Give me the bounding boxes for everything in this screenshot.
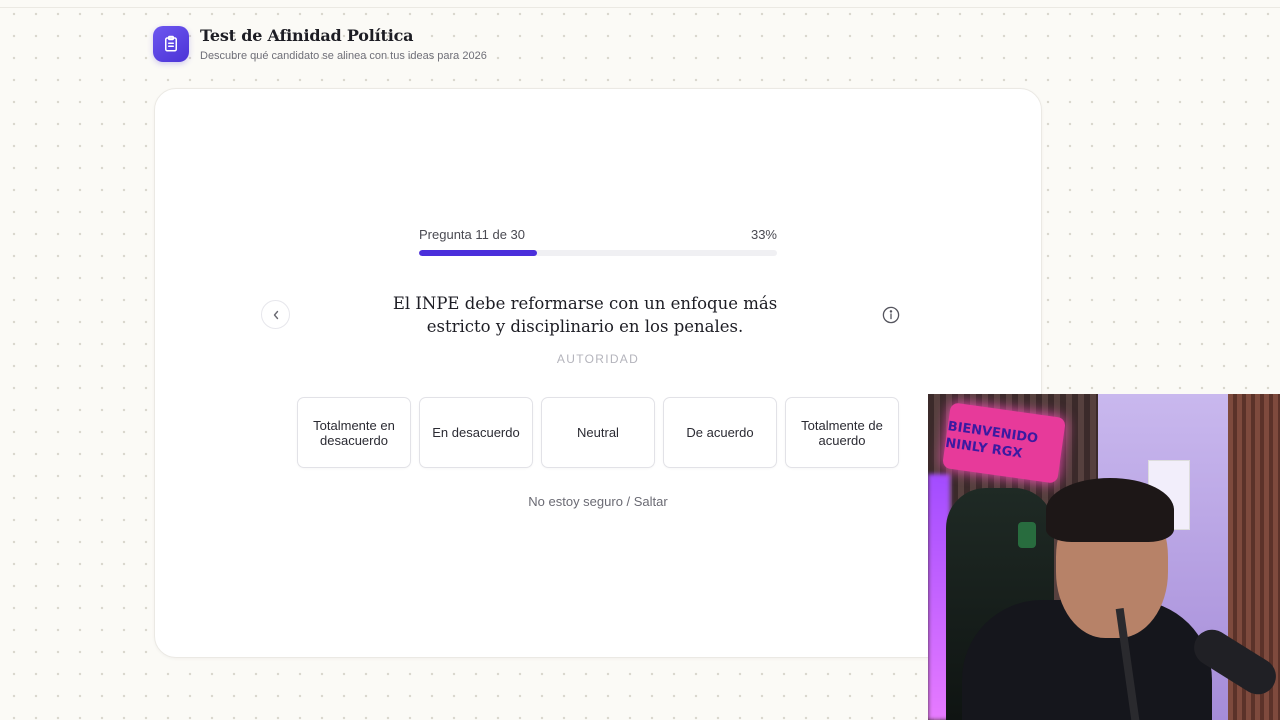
- option-neutral[interactable]: Neutral: [541, 397, 655, 468]
- question-text: El INPE debe reformarse con un enfoque m…: [392, 294, 778, 336]
- option-agree[interactable]: De acuerdo: [663, 397, 777, 468]
- option-disagree[interactable]: En desacuerdo: [419, 397, 533, 468]
- chair-logo-icon: [1018, 522, 1036, 548]
- webcam-overlay: BIENVENIDO NINLY RGX: [928, 394, 1280, 720]
- app-title: Test de Afinidad Política: [200, 26, 414, 45]
- app-header: Test de Afinidad Política Descubre qué c…: [153, 26, 487, 62]
- progress-bar-fill: [419, 250, 538, 256]
- top-divider: [0, 7, 1280, 8]
- header-text: Test de Afinidad Política Descubre qué c…: [200, 26, 487, 62]
- previous-question-button[interactable]: [261, 300, 290, 329]
- question-counter: Pregunta 11 de 30: [419, 227, 526, 242]
- skip-link[interactable]: No estoy seguro / Saltar: [448, 494, 748, 509]
- option-strongly-disagree[interactable]: Totalmente en desacuerdo: [297, 397, 411, 468]
- progress-percent: 33%: [750, 227, 777, 242]
- chevron-left-icon: [273, 310, 278, 319]
- question-category: AUTORIDAD: [556, 352, 640, 366]
- option-strongly-agree[interactable]: Totalmente de acuerdo: [785, 397, 899, 468]
- webcam-person-hair: [1046, 478, 1174, 542]
- info-button[interactable]: [881, 305, 900, 324]
- app-subtitle: Descubre qué candidato se alinea con tus…: [200, 50, 487, 62]
- clipboard-icon: [153, 26, 189, 62]
- question-card: [154, 88, 1042, 658]
- answer-options: Totalmente en desacuerdo En desacuerdo N…: [297, 397, 899, 468]
- progress-meta: Pregunta 11 de 30 33%: [419, 227, 777, 242]
- progress-bar: [419, 250, 777, 256]
- info-icon: [882, 306, 899, 323]
